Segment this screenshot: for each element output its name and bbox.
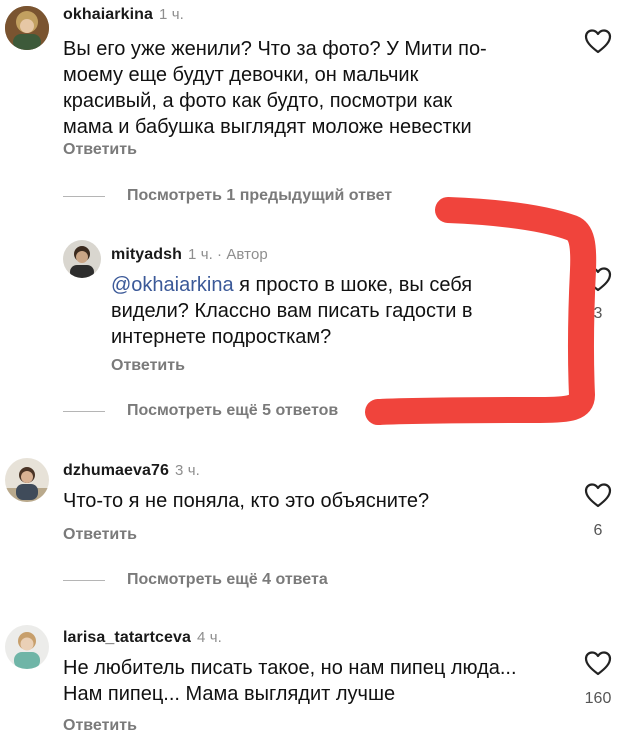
reply-button[interactable]: Ответить [63, 526, 137, 544]
comment-header: larisa_tatartceva 4 ч. [63, 629, 222, 647]
comment-time: 1 ч. [159, 6, 184, 23]
comment-header: mityadsh 1 ч. · Автор [111, 246, 268, 264]
avatar[interactable] [5, 625, 49, 669]
heart-icon[interactable] [584, 28, 612, 54]
view-more-replies-button[interactable]: Посмотреть ещё 4 ответа [63, 571, 328, 589]
like-count: 3 [593, 305, 603, 322]
username[interactable]: okhaiarkina [63, 6, 153, 23]
comment-time: 4 ч. [197, 629, 222, 646]
heart-icon[interactable] [584, 650, 612, 676]
reply-button[interactable]: Ответить [63, 717, 137, 735]
comment-time: 1 ч. [188, 246, 213, 263]
avatar[interactable] [63, 240, 101, 278]
heart-icon[interactable] [584, 266, 612, 292]
like-count: 6 [593, 522, 603, 539]
like-count: 160 [584, 690, 612, 707]
divider-line [63, 410, 105, 412]
view-more-label: Посмотреть ещё 4 ответа [127, 571, 328, 588]
comment-text: Вы его уже женили? Что за фото? У Мити п… [63, 38, 487, 138]
avatar[interactable] [5, 6, 49, 50]
username[interactable]: mityadsh [111, 246, 182, 263]
view-previous-replies-button[interactable]: Посмотреть 1 предыдущий ответ [63, 187, 392, 205]
username[interactable]: dzhumaeva76 [63, 462, 169, 479]
author-badge: · Автор [216, 246, 268, 263]
view-more-replies-button[interactable]: Посмотреть ещё 5 ответов [63, 402, 338, 420]
view-more-label: Посмотреть 1 предыдущий ответ [127, 187, 393, 204]
divider-line [63, 579, 105, 581]
comment-text: @okhaiarkina я просто в шоке, вы себя ви… [111, 272, 571, 350]
mention-link[interactable]: @okhaiarkina [111, 274, 234, 296]
avatar[interactable] [5, 458, 49, 502]
reply-button[interactable]: Ответить [111, 357, 185, 375]
comment-time: 3 ч. [175, 462, 200, 479]
heart-icon[interactable] [584, 482, 612, 508]
divider-line [63, 195, 105, 197]
username[interactable]: larisa_tatartceva [63, 629, 191, 646]
comment-header: okhaiarkina 1 ч. [63, 6, 184, 24]
view-more-label: Посмотреть ещё 5 ответов [127, 402, 339, 419]
comment-text: Что-то я не поняла, кто это объясните? [63, 490, 430, 512]
comment-text: Не любитель писать такое, но нам пипец л… [63, 657, 517, 705]
reply-button[interactable]: Ответить [63, 141, 137, 159]
comment-header: dzhumaeva76 3 ч. [63, 462, 200, 480]
